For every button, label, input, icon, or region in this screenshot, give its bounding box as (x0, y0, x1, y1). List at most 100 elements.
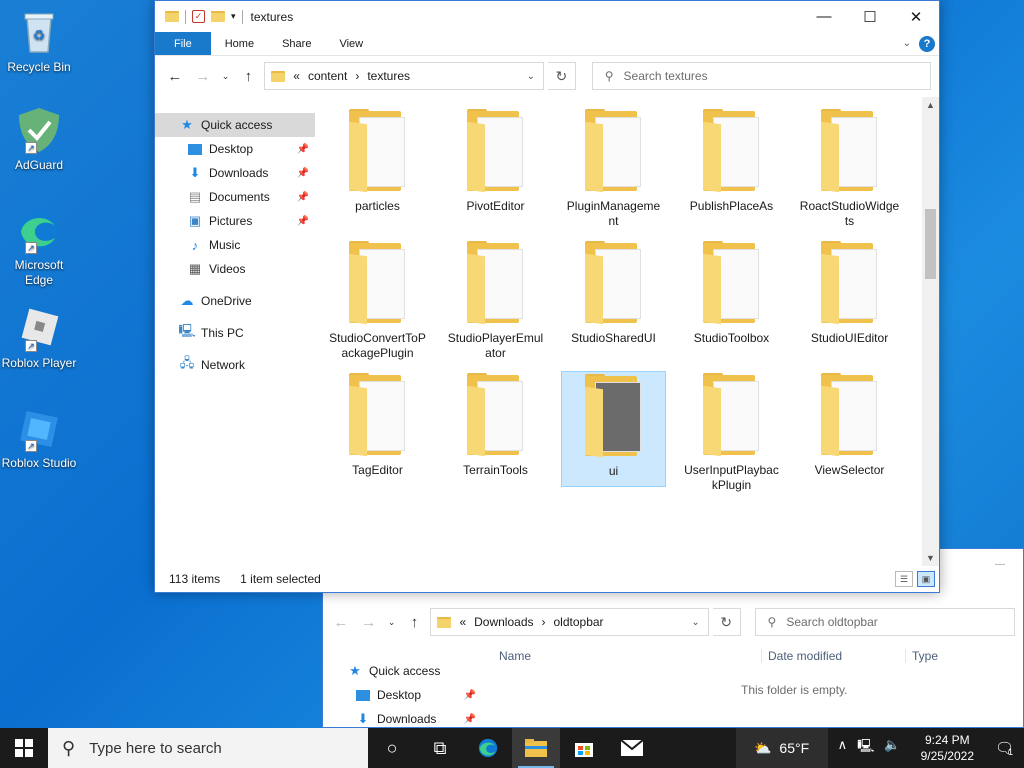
up-button[interactable]: ↑ (236, 68, 260, 85)
title-bar[interactable]: ✓ ▾ textures — ☐ ✕ (155, 1, 939, 32)
cortana-button[interactable]: ○ (368, 728, 416, 768)
minimize-button[interactable]: — (977, 549, 1023, 580)
pin-icon[interactable]: 📌 (297, 168, 309, 179)
large-icons-view-icon[interactable]: ▣ (917, 571, 935, 587)
notification-center-button[interactable]: 🗨 1 (984, 728, 1024, 768)
scroll-up-icon[interactable]: ▲ (922, 97, 939, 113)
tab-home[interactable]: Home (211, 32, 268, 55)
column-date-modified[interactable]: Date modified (761, 649, 905, 663)
nav-videos[interactable]: ▦ Videos (155, 257, 315, 281)
desktop-icon-adguard[interactable]: ↗ AdGuard (0, 106, 78, 173)
back-button[interactable]: ← (329, 614, 353, 631)
chevron-down-icon[interactable]: ⌄ (683, 617, 707, 628)
weather-widget[interactable]: ⛅ 65°F (735, 728, 828, 768)
folder-item[interactable]: PublishPlaceAs (679, 107, 784, 239)
folder-item[interactable]: StudioSharedUI (561, 239, 666, 371)
new-folder-icon[interactable] (211, 11, 225, 22)
properties-icon[interactable]: ✓ (192, 10, 205, 23)
tab-view[interactable]: View (325, 32, 377, 55)
edge-icon: ↗ (15, 206, 63, 254)
refresh-button[interactable]: ↻ (547, 62, 576, 90)
folder-item[interactable]: RoactStudioWidgets (797, 107, 902, 239)
nav-quick-access[interactable]: ★ Quick access (155, 113, 315, 137)
start-button[interactable] (0, 728, 48, 768)
taskbar-mail[interactable] (608, 728, 656, 768)
folder-item[interactable]: UserInputPlaybackPlugin (679, 371, 784, 503)
chevron-up-icon[interactable]: ∧ (838, 737, 848, 759)
desktop-icon-roblox-player[interactable]: ↗ Roblox Player (0, 304, 78, 371)
folder-item[interactable]: ui (561, 371, 666, 487)
maximize-button[interactable]: ☐ (847, 1, 893, 32)
up-button[interactable]: ↑ (403, 614, 427, 631)
scrollbar-thumb[interactable] (925, 209, 936, 279)
folder-item[interactable]: StudioToolbox (679, 239, 784, 371)
breadcrumb-oldtopbar[interactable]: oldtopbar (554, 615, 604, 629)
taskbar-file-explorer[interactable] (512, 728, 560, 768)
breadcrumb-content[interactable]: content (308, 69, 347, 83)
folder-icon (699, 241, 765, 325)
search-input[interactable]: ⚲ Search oldtopbar (754, 608, 1015, 636)
folder-item[interactable]: StudioConvertToPackagePlugin (325, 239, 430, 371)
folder-item[interactable]: TerrainTools (443, 371, 548, 503)
details-view-icon[interactable]: ☰ (895, 571, 913, 587)
nav-desktop[interactable]: Desktop 📌 (155, 137, 315, 161)
address-bar[interactable]: « Downloads › oldtopbar ⌄ (430, 608, 709, 636)
pin-icon[interactable]: 📌 (297, 192, 309, 203)
recent-locations-button[interactable]: ⌄ (385, 617, 399, 628)
folder-item[interactable]: StudioPlayerEmulator (443, 239, 548, 371)
nav-quick-access[interactable]: ★ Quick access (347, 659, 440, 683)
nav-downloads[interactable]: ⬇ Downloads 📌 (155, 161, 315, 185)
folder-item[interactable]: TagEditor (325, 371, 430, 503)
desktop-icon-edge[interactable]: ↗ Microsoft Edge (0, 206, 78, 288)
nav-documents[interactable]: ▤ Documents 📌 (155, 185, 315, 209)
desktop-icon-recycle-bin[interactable]: ♻ Recycle Bin (0, 8, 78, 75)
tab-file[interactable]: File (155, 32, 211, 55)
chevron-down-icon[interactable]: ⌄ (519, 71, 543, 82)
customize-toolbar-icon[interactable]: ▾ (231, 11, 236, 22)
nav-desktop[interactable]: Desktop 📌 (347, 683, 476, 707)
refresh-button[interactable]: ↻ (712, 608, 741, 636)
breadcrumb-textures[interactable]: textures (367, 69, 410, 83)
folder-item[interactable]: StudioUIEditor (797, 239, 902, 371)
film-icon: ▦ (188, 261, 202, 276)
recent-locations-button[interactable]: ⌄ (219, 71, 233, 82)
vertical-scrollbar[interactable]: ▲ ▼ (922, 97, 939, 566)
pin-icon[interactable]: 📌 (297, 144, 309, 155)
close-button[interactable]: ✕ (893, 1, 939, 32)
folder-item[interactable]: ViewSelector (797, 371, 902, 503)
desktop-icon-roblox-studio[interactable]: ↗ Roblox Studio (0, 404, 78, 471)
search-input[interactable]: ⚲ Search textures (591, 62, 931, 90)
network-icon[interactable]: 🖳 (857, 737, 874, 759)
nav-network[interactable]: 🖧 Network (155, 353, 315, 377)
nav-music[interactable]: ♪ Music (155, 233, 315, 257)
help-icon[interactable]: ? (919, 35, 935, 52)
ribbon-tabs: File Home Share View ⌄ ? (155, 32, 939, 56)
folder-item[interactable]: particles (325, 107, 430, 239)
tab-share[interactable]: Share (268, 32, 325, 55)
volume-icon[interactable]: 🔈 (884, 737, 900, 759)
clock[interactable]: 9:24 PM 9/25/2022 (911, 732, 984, 764)
taskbar-store[interactable] (560, 728, 608, 768)
nav-this-pc[interactable]: 🖳 This PC (155, 321, 315, 345)
column-name[interactable]: Name (499, 649, 761, 663)
scroll-down-icon[interactable]: ▼ (922, 550, 939, 566)
folder-item[interactable]: PivotEditor (443, 107, 548, 239)
taskbar-search[interactable]: ⚲ Type here to search (48, 728, 368, 768)
column-type[interactable]: Type (905, 649, 938, 663)
forward-button[interactable]: → (191, 68, 215, 85)
task-view-button[interactable]: ⧉ (416, 728, 464, 768)
expand-ribbon-icon[interactable]: ⌄ (903, 38, 911, 49)
taskbar-edge[interactable] (464, 728, 512, 768)
folder-item[interactable]: PluginManagement (561, 107, 666, 239)
forward-button[interactable]: → (357, 614, 381, 631)
minimize-button[interactable]: — (801, 1, 847, 32)
nav-pictures[interactable]: ▣ Pictures 📌 (155, 209, 315, 233)
back-button[interactable]: ← (163, 68, 187, 85)
pin-icon[interactable]: 📌 (464, 690, 476, 701)
address-bar[interactable]: « content › textures ⌄ (264, 62, 544, 90)
breadcrumb-downloads[interactable]: Downloads (474, 615, 533, 629)
explorer-window-textures[interactable]: ✓ ▾ textures — ☐ ✕ File Home Share View … (154, 0, 940, 593)
pin-icon[interactable]: 📌 (297, 216, 309, 227)
nav-onedrive[interactable]: ☁ OneDrive (155, 289, 315, 313)
pin-icon[interactable]: 📌 (464, 714, 476, 725)
